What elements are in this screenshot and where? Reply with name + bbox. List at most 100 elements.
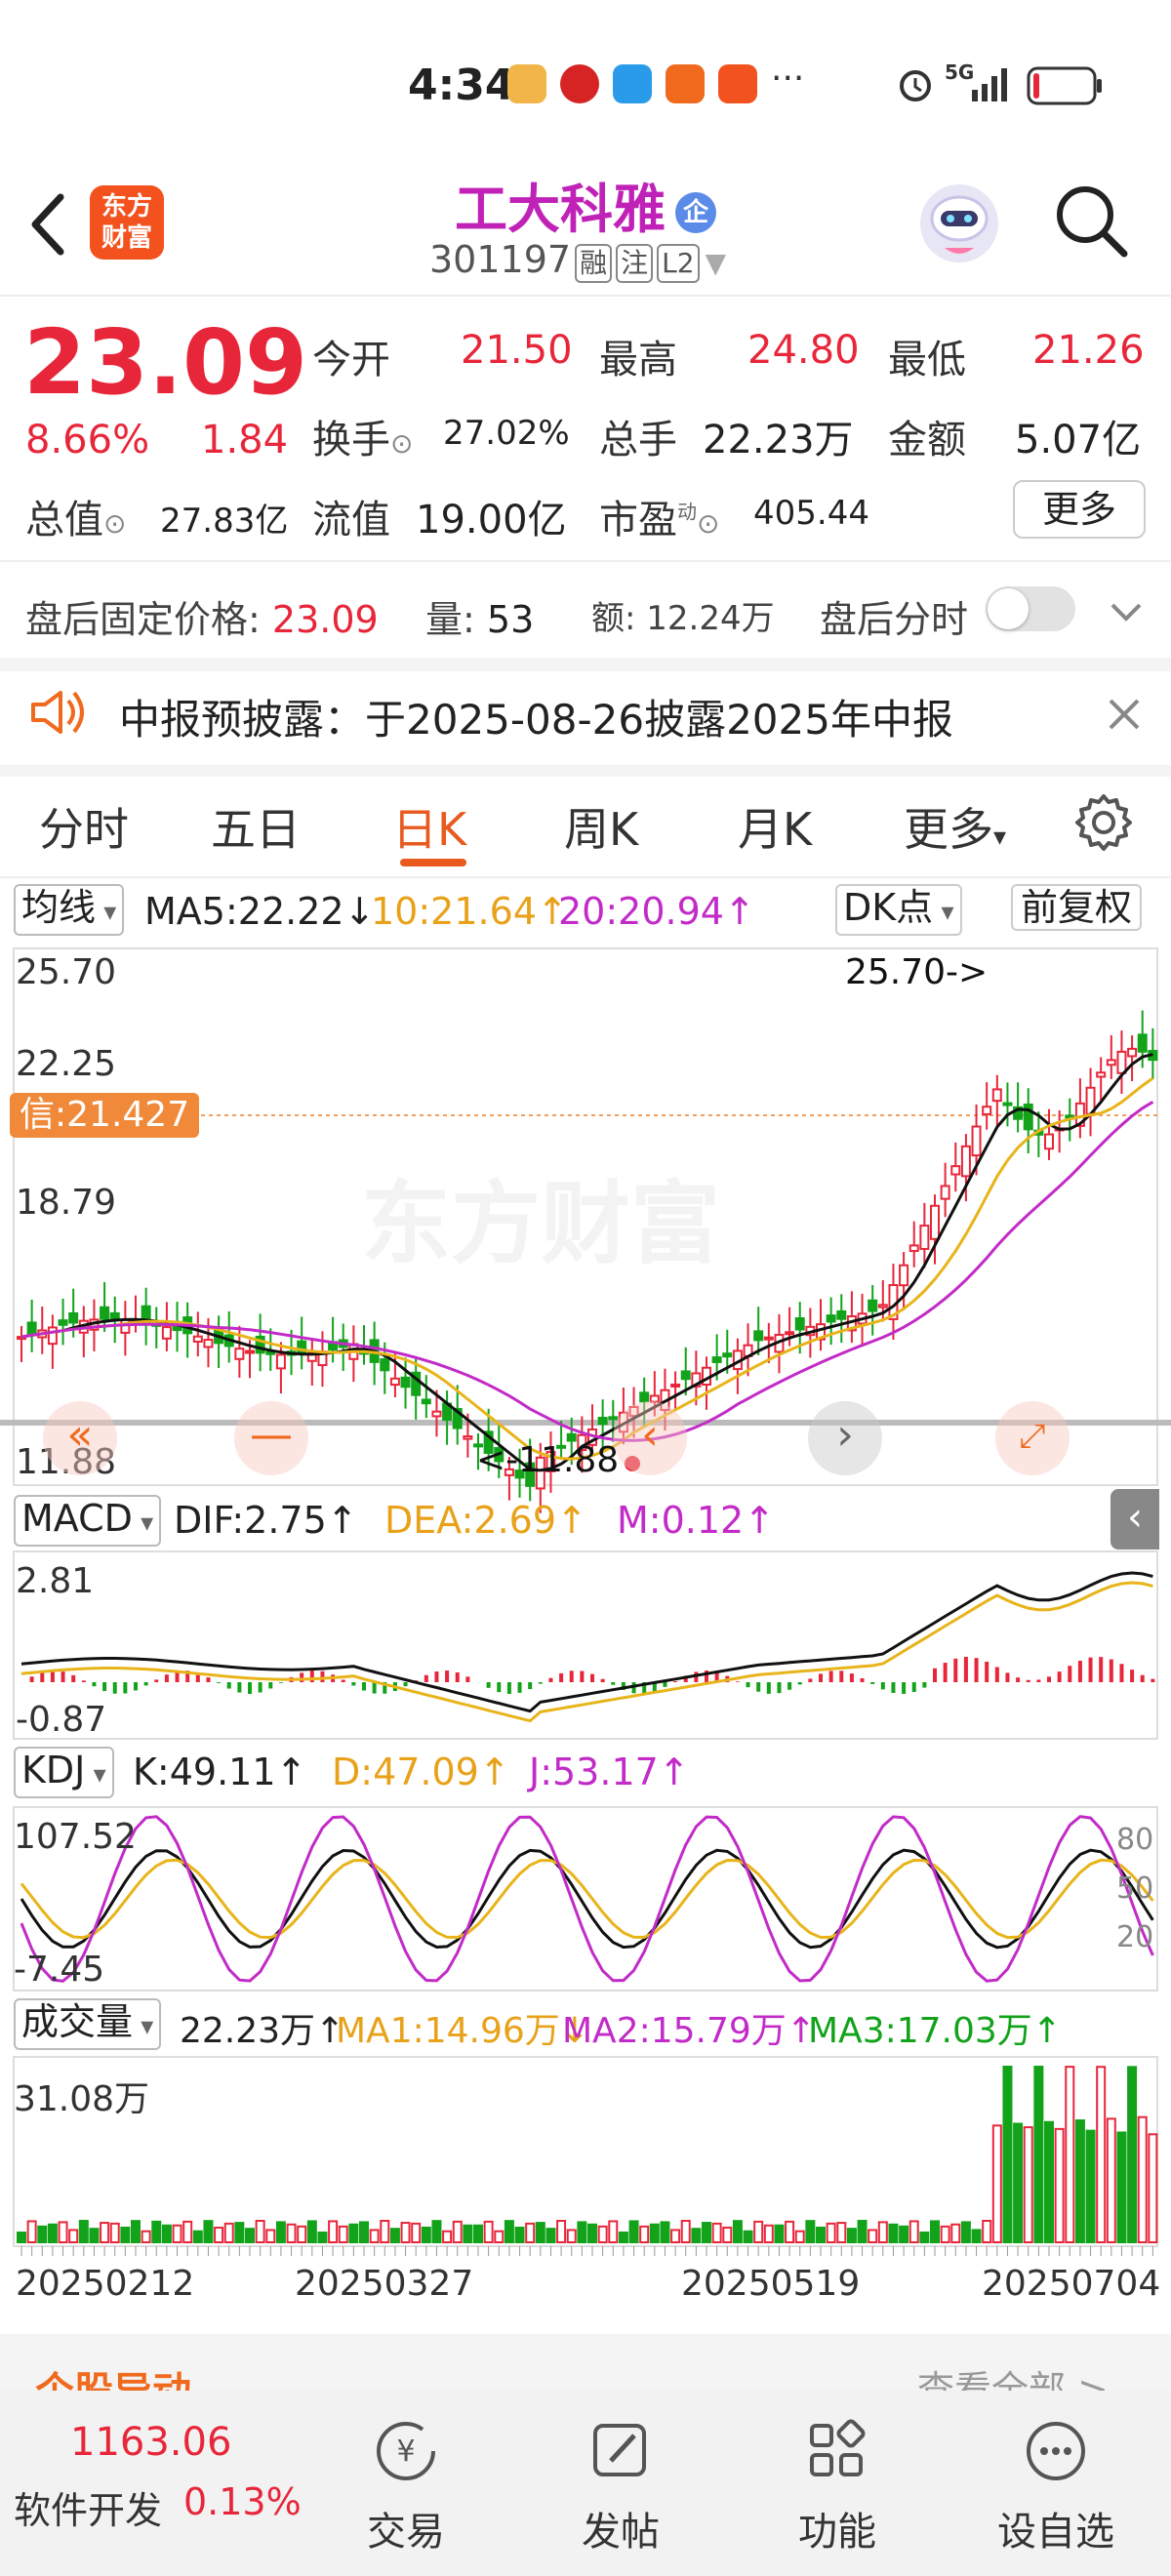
volume-bar bbox=[836, 2222, 847, 2243]
view-all-link[interactable]: 查看全部 > bbox=[917, 2359, 1109, 2391]
candle-body bbox=[1096, 1071, 1107, 1078]
volume-y-top: 31.08万 bbox=[14, 2079, 150, 2119]
volume-bar bbox=[338, 2225, 348, 2243]
volume-bar bbox=[587, 2223, 597, 2243]
candle-body bbox=[960, 1145, 971, 1178]
candle-body bbox=[670, 1383, 681, 1388]
candle-body bbox=[68, 1311, 79, 1324]
low-marker: <-11.88 bbox=[476, 1440, 620, 1480]
candle-body bbox=[639, 1391, 650, 1403]
more-circle-icon bbox=[1027, 2422, 1085, 2480]
indicator-selector-volume[interactable]: 成交量 bbox=[14, 1998, 162, 2050]
volume-bar bbox=[68, 2229, 79, 2243]
x-date-label: 20250704 bbox=[982, 2264, 1161, 2304]
candle-body bbox=[109, 1311, 120, 1320]
volume-bar bbox=[389, 2228, 400, 2243]
volume-bar bbox=[1033, 2066, 1044, 2243]
candle-body bbox=[877, 1304, 888, 1308]
volume-bar bbox=[182, 2220, 193, 2244]
volume-bar bbox=[452, 2220, 463, 2244]
volume-bar bbox=[203, 2220, 214, 2243]
indicator-selector-macd[interactable]: MACD bbox=[14, 1495, 162, 1547]
macd-dea: DEA:2.69↑ bbox=[384, 1499, 587, 1542]
volume-bar bbox=[556, 2220, 567, 2243]
volume-bar bbox=[732, 2220, 743, 2243]
high-marker: 25.70-> bbox=[845, 952, 989, 992]
candle-body bbox=[234, 1348, 245, 1360]
candle-body bbox=[940, 1185, 950, 1200]
volume-bar bbox=[514, 2226, 525, 2243]
candle-body bbox=[265, 1350, 276, 1355]
volume-bar bbox=[1002, 2066, 1013, 2243]
volume-bar bbox=[608, 2220, 619, 2244]
volume-bar bbox=[306, 2220, 317, 2244]
volume-frame bbox=[13, 2056, 1158, 2247]
candle-body bbox=[245, 1349, 255, 1354]
volume-bar bbox=[711, 2222, 722, 2244]
volume-bar bbox=[421, 2226, 431, 2243]
volume-bar bbox=[982, 2220, 992, 2244]
collapse-panel-icon[interactable]: ‹ bbox=[1110, 1489, 1159, 1550]
kdj-j-line bbox=[20, 1815, 1154, 1983]
kdj-d: D:47.09↑ bbox=[332, 1751, 510, 1793]
volume-ma3: MA3:17.03万↑ bbox=[808, 2011, 1062, 2051]
index-value[interactable]: 1163.06 bbox=[70, 2420, 231, 2465]
volume-bar bbox=[597, 2225, 608, 2243]
volume-bar bbox=[504, 2220, 514, 2243]
candle-body bbox=[763, 1336, 774, 1341]
volume-bar bbox=[380, 2220, 390, 2243]
volume-bar bbox=[566, 2229, 577, 2244]
svg-text:¥: ¥ bbox=[396, 2435, 415, 2469]
candle-body bbox=[58, 1319, 68, 1326]
volume-bar bbox=[47, 2223, 58, 2244]
macd-y-top: 2.81 bbox=[16, 1561, 95, 1601]
candle-body bbox=[785, 1331, 795, 1336]
zoom-out-icon[interactable]: — bbox=[234, 1401, 308, 1475]
nav-trade[interactable]: ¥ 交易 bbox=[308, 2391, 504, 2556]
volume-bar bbox=[1054, 2127, 1065, 2243]
nav-label: 功能 bbox=[798, 2510, 876, 2555]
chevron-right-icon[interactable]: › bbox=[808, 1401, 882, 1475]
y-axis-label: 18.79 bbox=[16, 1183, 117, 1223]
nav-label: 交易 bbox=[367, 2510, 445, 2555]
volume-value: 22.23万↑ bbox=[180, 2011, 345, 2051]
candle-body bbox=[919, 1225, 930, 1250]
kdj-frame bbox=[13, 1806, 1158, 1992]
candle-body bbox=[899, 1264, 909, 1287]
chevron-left-icon[interactable]: ‹ bbox=[613, 1401, 687, 1475]
volume-bar bbox=[639, 2225, 650, 2244]
candle-body bbox=[1002, 1102, 1013, 1107]
candle-body bbox=[192, 1335, 203, 1343]
volume-bar bbox=[109, 2222, 120, 2244]
volume-bar bbox=[431, 2220, 442, 2243]
nav-label: 发帖 bbox=[582, 2510, 660, 2555]
candle-body bbox=[711, 1356, 722, 1363]
index-name[interactable]: 软件开发 bbox=[14, 2480, 162, 2534]
volume-ma1: MA1:14.96万↓ bbox=[336, 2011, 589, 2051]
volume-bar bbox=[359, 2221, 369, 2244]
volume-bar bbox=[785, 2220, 795, 2243]
grid-icon bbox=[810, 2419, 866, 2476]
volume-bar bbox=[348, 2223, 359, 2243]
nav-post[interactable]: 发帖 bbox=[523, 2391, 718, 2556]
candle-body bbox=[1127, 1047, 1138, 1058]
volume-bar bbox=[255, 2220, 265, 2244]
volume-bar bbox=[58, 2221, 68, 2243]
fullscreen-icon[interactable]: ⤢ bbox=[995, 1401, 1070, 1475]
candle-body bbox=[868, 1299, 878, 1312]
volume-bar bbox=[483, 2220, 494, 2243]
candle-body bbox=[463, 1435, 473, 1440]
indicator-selector-kdj[interactable]: KDJ bbox=[14, 1747, 114, 1798]
volume-bar bbox=[1116, 2131, 1127, 2243]
nav-add-watchlist[interactable]: 设自选 bbox=[958, 2391, 1153, 2556]
candle-body bbox=[431, 1410, 442, 1418]
macd-dea-line bbox=[20, 1581, 1153, 1723]
volume-ma2: MA2:15.79万↑ bbox=[562, 2011, 816, 2051]
nav-functions[interactable]: 功能 bbox=[740, 2391, 935, 2556]
candle-body bbox=[680, 1370, 691, 1381]
volume-bar bbox=[680, 2220, 691, 2244]
rewind-icon[interactable]: « bbox=[43, 1401, 117, 1475]
volume-bar bbox=[1137, 2115, 1148, 2243]
volume-bar bbox=[192, 2230, 203, 2243]
candle-body bbox=[1044, 1133, 1054, 1150]
